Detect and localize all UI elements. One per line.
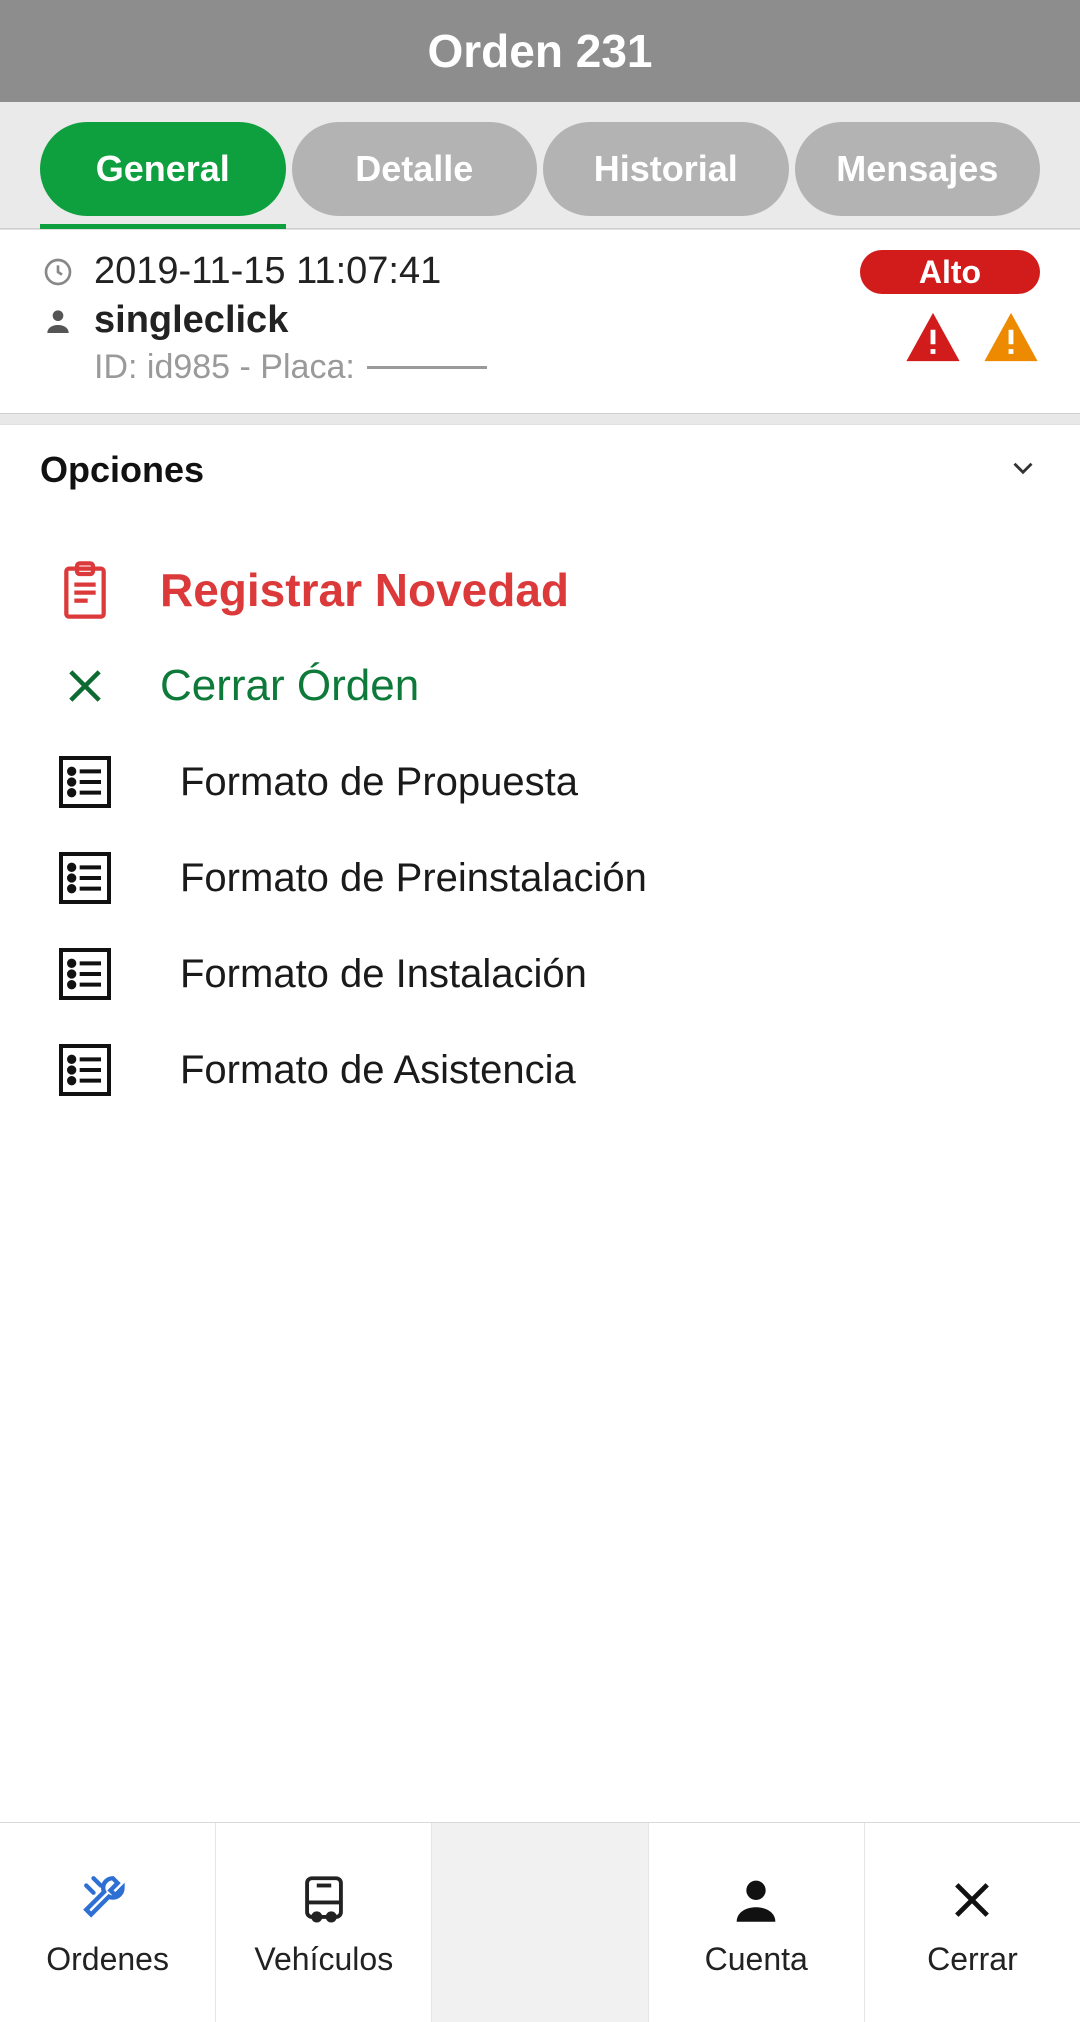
option-label: Formato de Asistencia — [180, 1048, 576, 1093]
order-info-card: 2019-11-15 11:07:41 singleclick ID: id98… — [0, 229, 1080, 414]
option-cerrar-orden[interactable]: Cerrar Órden — [50, 651, 1030, 721]
tab-label: Detalle — [355, 148, 473, 190]
tab-detalle[interactable]: Detalle — [292, 122, 538, 216]
list-icon — [50, 747, 120, 817]
order-user: singleclick — [94, 299, 288, 342]
option-formato-propuesta[interactable]: Formato de Propuesta — [50, 747, 1030, 817]
placa-blank-line — [367, 366, 487, 369]
tabs-container: General Detalle Historial Mensajes — [0, 102, 1080, 229]
nav-label: Cerrar — [927, 1941, 1018, 1978]
option-label: Cerrar Órden — [160, 661, 419, 711]
nav-label: Cuenta — [705, 1941, 808, 1978]
option-formato-instalacion[interactable]: Formato de Instalación — [50, 939, 1030, 1009]
clock-icon — [40, 254, 76, 290]
bottom-nav: Ordenes Vehículos Cuenta Cerrar — [0, 1822, 1080, 2022]
nav-label: Vehículos — [254, 1941, 393, 1978]
warning-icons — [904, 308, 1040, 371]
account-icon — [723, 1867, 789, 1933]
clipboard-icon — [50, 555, 120, 625]
tab-label: Mensajes — [836, 148, 998, 190]
option-formato-preinstalacion[interactable]: Formato de Preinstalación — [50, 843, 1030, 913]
option-label: Formato de Instalación — [180, 952, 587, 997]
chevron-down-icon — [1006, 451, 1040, 490]
nav-empty[interactable] — [432, 1823, 648, 2022]
options-list: Registrar Novedad Cerrar Órden Formato d… — [0, 515, 1080, 1822]
option-formato-asistencia[interactable]: Formato de Asistencia — [50, 1035, 1030, 1105]
warning-red-icon — [904, 308, 962, 371]
option-label: Registrar Novedad — [160, 563, 569, 617]
nav-cerrar[interactable]: Cerrar — [865, 1823, 1080, 2022]
option-registrar-novedad[interactable]: Registrar Novedad — [50, 555, 1030, 625]
nav-label: Ordenes — [46, 1941, 169, 1978]
nav-ordenes[interactable]: Ordenes — [0, 1823, 216, 2022]
tab-mensajes[interactable]: Mensajes — [795, 122, 1041, 216]
priority-badge: Alto — [860, 250, 1040, 294]
app-header: Orden 231 — [0, 0, 1080, 102]
page-title: Orden 231 — [428, 24, 653, 78]
warning-orange-icon — [982, 308, 1040, 371]
order-datetime: 2019-11-15 11:07:41 — [94, 250, 441, 293]
close-icon — [939, 1867, 1005, 1933]
nav-cuenta[interactable]: Cuenta — [649, 1823, 865, 2022]
order-id-placa-label: ID: id985 - Placa: — [94, 348, 355, 387]
list-icon — [50, 939, 120, 1009]
list-icon — [50, 1035, 120, 1105]
tab-label: Historial — [594, 148, 738, 190]
tab-label: General — [96, 148, 230, 190]
opciones-title: Opciones — [40, 449, 204, 491]
tools-icon — [75, 1867, 141, 1933]
list-icon — [50, 843, 120, 913]
tab-general[interactable]: General — [40, 122, 286, 216]
option-label: Formato de Preinstalación — [180, 856, 647, 901]
person-icon — [40, 303, 76, 339]
nav-vehiculos[interactable]: Vehículos — [216, 1823, 432, 2022]
option-label: Formato de Propuesta — [180, 760, 578, 805]
bus-icon — [291, 1867, 357, 1933]
order-subinfo: ID: id985 - Placa: — [94, 348, 1040, 387]
opciones-toggle[interactable]: Opciones — [0, 424, 1080, 515]
close-x-icon — [50, 651, 120, 721]
empty-icon — [507, 1886, 573, 1952]
tab-historial[interactable]: Historial — [543, 122, 789, 216]
